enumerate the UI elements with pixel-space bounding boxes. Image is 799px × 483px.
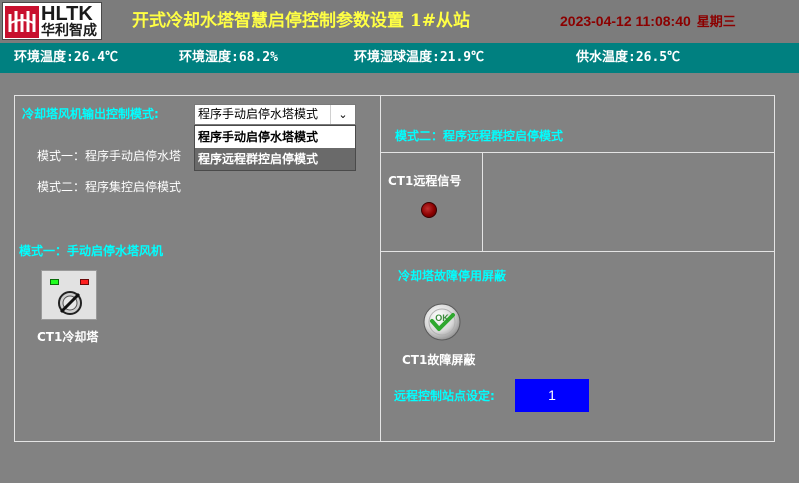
mode-one-description: 模式一：程序手动启停水塔 [37, 149, 182, 163]
fault-shield-title: 冷却塔故障停用屏蔽 [398, 269, 507, 283]
ok-check-icon[interactable]: OK [420, 302, 464, 342]
rotary-switch-icon [58, 291, 82, 315]
company-logo: HLTK 华利智成 [2, 2, 102, 40]
control-mode-dropdown: 程序手动启停水塔模式 程序远程群控启停模式 [194, 125, 356, 171]
mode-two-title: 模式二：程序远程群控启停模式 [395, 129, 564, 143]
stop-indicator-icon [80, 279, 89, 285]
mode-select-label: 冷却塔风机输出控制模式: [22, 107, 159, 121]
page-title: 开式冷却水塔智慧启停控制参数设置 1#从站 [132, 11, 470, 31]
divider [380, 251, 775, 252]
divider [380, 152, 775, 153]
indicator-light-icon [421, 202, 437, 218]
wet-bulb-temperature: 环境湿球温度:21.9℃ [354, 50, 485, 65]
weekday-value: 星期三 [696, 15, 736, 30]
ct1-start-stop-button[interactable] [41, 270, 97, 320]
mode-two-description: 模式二：程序集控启停模式 [37, 180, 182, 194]
env-humidity: 环境湿度:68.2% [179, 50, 278, 65]
environment-status-bar: 环境温度:26.4℃ 环境湿度:68.2% 环境湿球温度:21.9℃ 供水温度:… [0, 43, 799, 73]
hltk-logo-icon [5, 6, 39, 38]
ct1-remote-signal-label: CT1远程信号 [388, 174, 462, 188]
ct1-fault-shield-label: CT1故障屏蔽 [402, 353, 476, 367]
header-bar: HLTK 华利智成 开式冷却水塔智慧启停控制参数设置 1#从站 2023-04-… [0, 0, 799, 43]
supply-water-temperature: 供水温度:26.5℃ [576, 50, 681, 65]
ct1-tower-label: CT1冷却塔 [37, 330, 99, 344]
datetime-value: 2023-04-12 11:08:40 [560, 13, 691, 29]
logo-text: HLTK [41, 3, 93, 25]
run-indicator-icon [50, 279, 59, 285]
remote-station-label: 远程控制站点设定: [394, 389, 495, 403]
manual-section-title: 模式一：手动启停水塔风机 [19, 244, 164, 258]
mode-option-manual[interactable]: 程序手动启停水塔模式 [195, 126, 355, 148]
logo-subtext: 华利智成 [41, 23, 97, 39]
env-temperature: 环境温度:26.4℃ [14, 50, 119, 65]
divider [482, 152, 483, 252]
datetime-display: 2023-04-12 11:08:40 星期三 [560, 11, 736, 31]
chevron-down-icon[interactable]: ⌄ [330, 105, 355, 124]
ok-icon-text: OK [435, 313, 449, 323]
mode-option-remote[interactable]: 程序远程群控启停模式 [195, 148, 355, 170]
remote-station-input[interactable]: 1 [515, 379, 589, 412]
